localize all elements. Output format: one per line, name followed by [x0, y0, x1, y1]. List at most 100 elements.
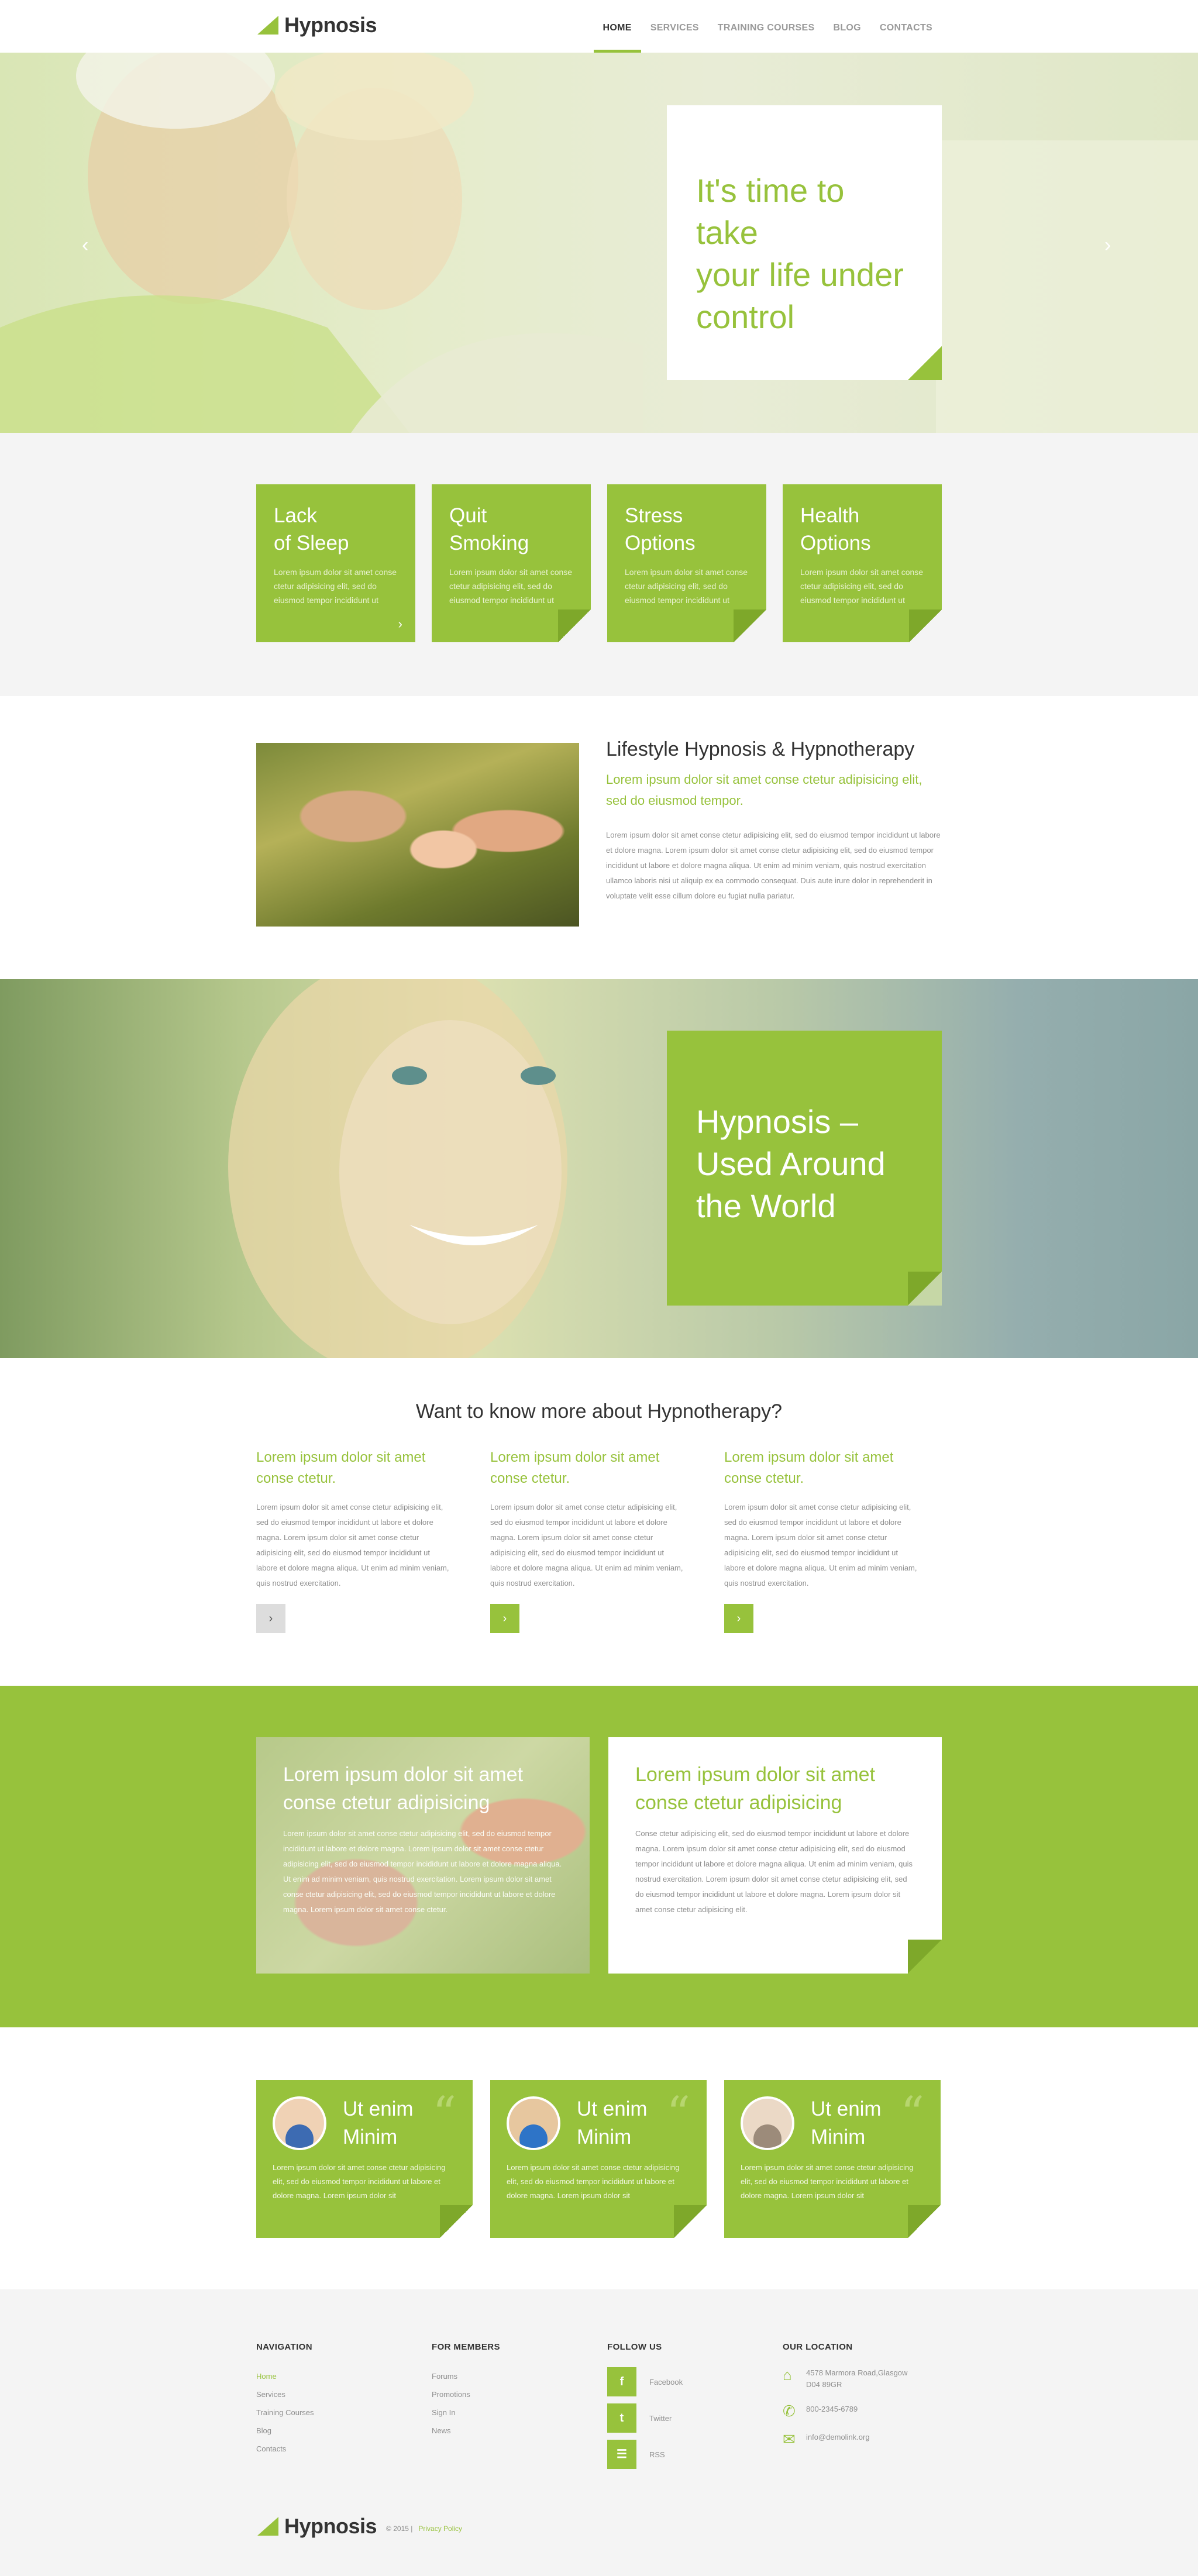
site-footer: NAVIGATION Home Services Training Course… [0, 2289, 1198, 2576]
feature-card-sleep[interactable]: Lack of Sleep Lorem ipsum dolor sit amet … [256, 484, 415, 642]
banner-title-line: the World [696, 1187, 836, 1224]
more-column-title: Lorem ipsum dolor sit amet conse ctetur. [256, 1449, 426, 1486]
corner-fold [908, 2205, 941, 2238]
quote-icon: “ [666, 2086, 690, 2141]
read-more-button[interactable]: › [724, 1604, 753, 1633]
corner-fold [440, 2205, 473, 2238]
hero-title-line: your life under [696, 256, 904, 293]
banner-title-line: Hypnosis – [696, 1103, 859, 1140]
corner-fold [908, 346, 942, 380]
footer-link-promotions[interactable]: Promotions [432, 2385, 500, 2403]
social-label[interactable]: Twitter [649, 2414, 672, 2423]
more-column-title: Lorem ipsum dolor sit amet conse ctetur. [490, 1449, 660, 1486]
photo-card-title: Lorem ipsum dolor sit amet conse ctetur a… [283, 1764, 524, 1814]
corner-fold [909, 609, 942, 642]
testimonial-text: Lorem ipsum dolor sit amet conse ctetur … [741, 2163, 914, 2200]
more-column-text: Lorem ipsum dolor sit amet conse ctetur … [256, 1503, 449, 1587]
feature-card-stress[interactable]: Stress Options Lorem ipsum dolor sit amet… [607, 484, 766, 642]
footer-heading: OUR LOCATION [783, 2342, 853, 2352]
logo-text: Hypnosis [284, 2514, 377, 2538]
facebook-icon[interactable]: f [607, 2367, 636, 2396]
testimonial-title: Ut enim Minim [577, 2098, 648, 2148]
text-card-title: Lorem ipsum dolor sit amet conse ctetur a… [635, 1764, 876, 1814]
social-facebook[interactable]: f Facebook [607, 2367, 683, 2396]
lifestyle-heading: Lifestyle Hypnosis & Hypnotherapy [606, 738, 915, 760]
photo-card-text: Lorem ipsum dolor sit amet conse ctetur … [283, 1829, 562, 1914]
footer-heading: FOLLOW US [607, 2342, 662, 2352]
feature-card-smoking[interactable]: Quit Smoking Lorem ipsum dolor sit amet c… [432, 484, 591, 642]
footer-link-forums[interactable]: Forums [432, 2367, 500, 2385]
privacy-policy-link[interactable]: Privacy Policy [418, 2525, 462, 2533]
banner-title-line: Used Around [696, 1145, 886, 1182]
footer-link-contacts[interactable]: Contacts [256, 2440, 314, 2458]
feature-text: Lorem ipsum dolor sit amet conse ctetur … [800, 567, 924, 605]
hero-couple-photo [0, 53, 1198, 433]
phone-text[interactable]: 800-2345-6789 [806, 2403, 923, 2419]
hero-card: It's time to take your life under contro… [667, 105, 942, 380]
corner-fold [734, 609, 766, 642]
nav-item-services[interactable]: SERVICES [641, 0, 708, 53]
footer-link-blog[interactable]: Blog [256, 2422, 314, 2440]
more-column-text: Lorem ipsum dolor sit amet conse ctetur … [490, 1503, 683, 1587]
corner-fold [674, 2205, 707, 2238]
footer-link-sign-in[interactable]: Sign In [432, 2403, 500, 2422]
avatar [273, 2096, 326, 2150]
social-twitter[interactable]: t Twitter [607, 2403, 683, 2433]
green-section: Lorem ipsum dolor sit amet conse ctetur a… [0, 1686, 1198, 2027]
more-column: Lorem ipsum dolor sit amet conse ctetur. … [724, 1447, 920, 1591]
text-card: Lorem ipsum dolor sit amet conse ctetur a… [608, 1737, 942, 1974]
testimonial-card: Ut enim Minim “ Lorem ipsum dolor sit ame… [490, 2080, 707, 2238]
feature-text: Lorem ipsum dolor sit amet conse ctetur … [625, 567, 748, 605]
lifestyle-lead: Lorem ipsum dolor sit amet conse ctetur … [606, 772, 922, 808]
banner-title: Hypnosis – Used Around the World [696, 1101, 913, 1227]
couple-photo-card: Lorem ipsum dolor sit amet conse ctetur a… [256, 1737, 590, 1974]
logo-mark-icon [257, 16, 278, 35]
avatar [507, 2096, 560, 2150]
footer-link-news[interactable]: News [432, 2422, 500, 2440]
social-label[interactable]: Facebook [649, 2378, 683, 2386]
site-header: Hypnosis HOME SERVICES TRAINING COURSES … [0, 0, 1198, 53]
testimonials-section: Ut enim Minim “ Lorem ipsum dolor sit ame… [0, 2027, 1198, 2289]
features-section: Lack of Sleep Lorem ipsum dolor sit amet … [0, 433, 1198, 696]
more-column-title: Lorem ipsum dolor sit amet conse ctetur. [724, 1449, 894, 1486]
footer-logo[interactable]: Hypnosis © 2015 | Privacy Policy [257, 2514, 462, 2539]
read-more-button[interactable]: › [256, 1604, 285, 1633]
slider-next-button[interactable]: › [1104, 234, 1111, 257]
corner-fold [908, 1272, 942, 1306]
location-phone: ✆ 800-2345-6789 [783, 2403, 923, 2419]
mail-icon: ✉ [783, 2430, 796, 2448]
more-column-text: Lorem ipsum dolor sit amet conse ctetur … [724, 1503, 917, 1587]
more-heading: Want to know more about Hypnotherapy? [415, 1400, 783, 1423]
copyright: © 2015 | [386, 2525, 413, 2533]
more-column: Lorem ipsum dolor sit amet conse ctetur. … [490, 1447, 686, 1591]
testimonial-text: Lorem ipsum dolor sit amet conse ctetur … [273, 2163, 446, 2200]
lifestyle-text: Lifestyle Hypnosis & Hypnotherapy Lorem … [606, 738, 942, 904]
feature-card-health[interactable]: Health Options Lorem ipsum dolor sit amet… [783, 484, 942, 642]
feature-text: Lorem ipsum dolor sit amet conse ctetur … [449, 567, 573, 605]
chevron-right-icon[interactable]: › [398, 617, 402, 632]
nav-item-training-courses[interactable]: TRAINING COURSES [708, 0, 824, 53]
twitter-icon[interactable]: t [607, 2403, 636, 2433]
address-text: 4578 Marmora Road,Glasgow D04 89GR [806, 2368, 908, 2389]
social-label[interactable]: RSS [649, 2450, 665, 2459]
footer-link-home[interactable]: Home [256, 2367, 314, 2385]
nav-item-contacts[interactable]: CONTACTS [870, 0, 942, 53]
rss-icon[interactable]: ☰ [607, 2440, 636, 2469]
quote-icon: “ [900, 2086, 924, 2141]
logo[interactable]: Hypnosis [257, 13, 377, 37]
email-text[interactable]: info@demolink.org [806, 2432, 923, 2447]
avatar [741, 2096, 794, 2150]
read-more-button[interactable]: › [490, 1604, 519, 1633]
nav-item-home[interactable]: HOME [593, 0, 641, 53]
banner-world: Hypnosis – Used Around the World [0, 979, 1198, 1358]
footer-link-training-courses[interactable]: Training Courses [256, 2403, 314, 2422]
nav-item-blog[interactable]: BLOG [824, 0, 870, 53]
feature-title: Quit Smoking [449, 504, 529, 555]
banner-card: Hypnosis – Used Around the World [667, 1031, 942, 1306]
testimonial-text: Lorem ipsum dolor sit amet conse ctetur … [507, 2163, 680, 2200]
footer-link-services[interactable]: Services [256, 2385, 314, 2403]
testimonial-card: Ut enim Minim “ Lorem ipsum dolor sit ame… [724, 2080, 941, 2238]
slider-prev-button[interactable]: ‹ [82, 234, 88, 257]
family-photo [256, 743, 579, 927]
social-rss[interactable]: ☰ RSS [607, 2440, 683, 2469]
